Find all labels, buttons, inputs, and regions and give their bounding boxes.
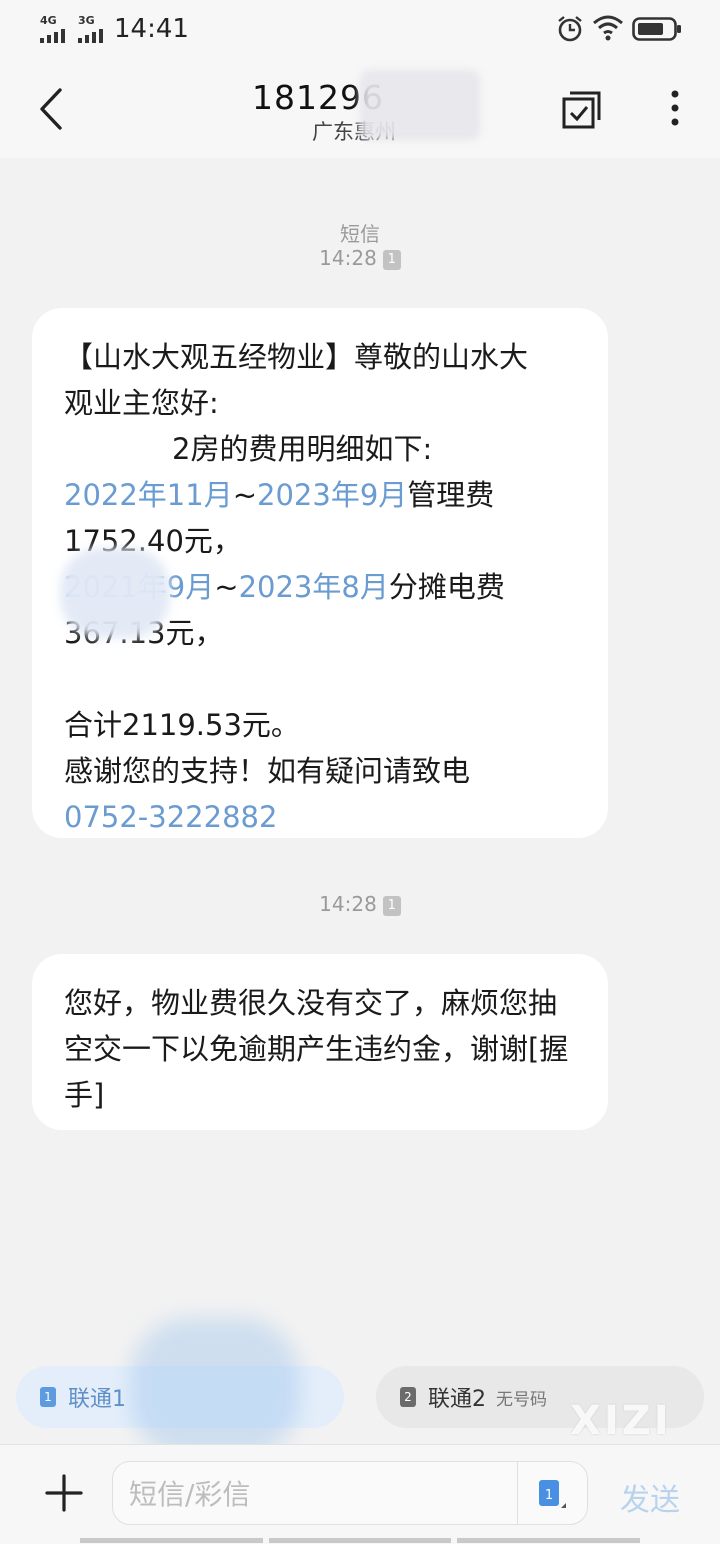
sim-card-icon: 1	[382, 896, 401, 916]
watermark-logo: XIZI	[570, 1398, 672, 1444]
message-text: 您好，物业费很久没有交了，麻烦您抽空交一下以免逾期产生违约金，谢谢[握手]	[64, 986, 569, 1112]
message-input-box: 1	[112, 1461, 588, 1525]
privacy-blur	[360, 70, 480, 140]
sim2-no-number: 无号码	[496, 1389, 547, 1410]
signal-3g-icon: 3G	[78, 14, 103, 43]
sim-switch-number: 1	[545, 1488, 553, 1503]
message-line: 感谢您的支持！如有疑问请致电	[64, 754, 471, 788]
timestamp-text: 14:28	[319, 892, 377, 916]
back-button[interactable]	[36, 86, 66, 132]
sim2-icon: 2	[400, 1387, 416, 1407]
message-thread: 短信 14:28 1 【山水大观五经物业】尊敬的山水大 观业主您好: 2房的费用明…	[0, 158, 720, 1348]
phone-link[interactable]: 0752-3222882	[64, 794, 578, 840]
privacy-scribble	[130, 1318, 300, 1458]
sim1-icon: 1	[40, 1387, 56, 1407]
timestamp-text: 14:28	[319, 246, 377, 270]
channel-label: 短信	[340, 222, 380, 246]
battery-icon	[632, 17, 681, 41]
sim2-label: 联通2	[428, 1387, 486, 1412]
date-link[interactable]: 2023年8月	[239, 570, 389, 604]
network-type-label: 4G	[40, 14, 57, 27]
privacy-blur	[60, 548, 170, 638]
sim1-label: 联通1	[68, 1387, 126, 1412]
send-button[interactable]: 发送	[620, 1475, 680, 1519]
date-link[interactable]: 2022年11月	[64, 478, 233, 512]
more-options-icon[interactable]	[660, 88, 690, 130]
fee-label: 分摊电费	[388, 570, 505, 604]
status-time: 14:41	[114, 14, 189, 44]
fee-line-management: 2022年11月~2023年9月管理费	[64, 472, 578, 518]
sim-card-icon: 1	[382, 250, 401, 270]
conversation-header: 181296 广东惠州	[0, 60, 720, 158]
date-link[interactable]: 2023年9月	[257, 478, 407, 512]
sim-switch-icon[interactable]: 1	[537, 1478, 567, 1510]
navigation-indicator	[80, 1538, 641, 1543]
message-timestamp: 14:28 1	[0, 892, 720, 916]
fee-label: 管理费	[407, 478, 495, 512]
multi-select-icon[interactable]	[560, 88, 604, 130]
message-line: 【山水大观五经物业】尊敬的山水大	[64, 340, 529, 374]
add-attachment-icon[interactable]	[44, 1473, 84, 1513]
total-amount: 合计2119.53元。	[64, 708, 300, 742]
incoming-message-bubble[interactable]: 您好，物业费很久没有交了，麻烦您抽空交一下以免逾期产生违约金，谢谢[握手]	[32, 954, 608, 1130]
wifi-icon	[593, 15, 623, 41]
range-separator: ~	[214, 570, 239, 604]
signal-4g-icon: 4G	[40, 14, 65, 43]
alarm-icon	[558, 16, 582, 42]
message-line: 观业主您好:	[64, 386, 219, 420]
message-timestamp: 14:28 1	[0, 246, 720, 270]
network-type-label: 3G	[78, 14, 95, 27]
compose-bar: 1 发送	[0, 1444, 720, 1544]
message-line: 2房的费用明细如下:	[172, 432, 433, 466]
status-bar: 4G 3G 14:41	[0, 0, 720, 60]
input-divider	[517, 1462, 518, 1524]
message-input[interactable]	[129, 1472, 509, 1516]
range-separator: ~	[232, 478, 258, 512]
